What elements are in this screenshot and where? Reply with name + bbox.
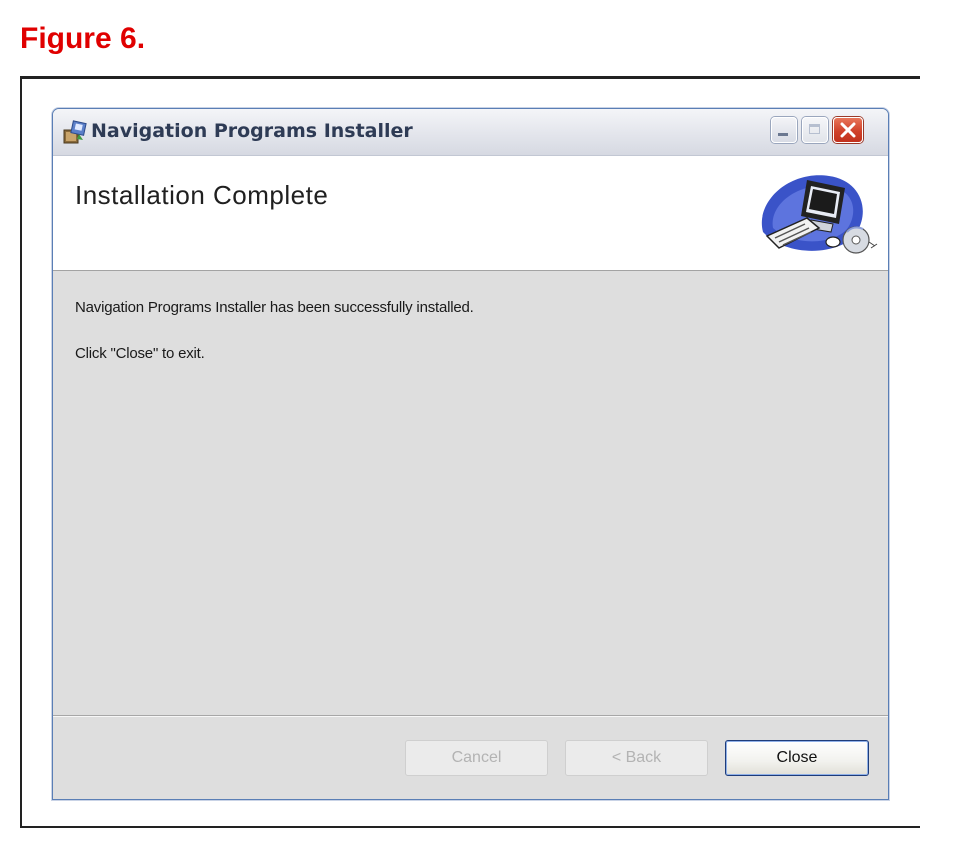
page: Figure 6. Navigation Programs Installer — [0, 0, 961, 861]
cancel-button[interactable]: Cancel — [405, 740, 548, 776]
title-bar[interactable]: Navigation Programs Installer — [53, 109, 888, 156]
content-panel: Navigation Programs Installer has been s… — [53, 271, 888, 715]
back-button[interactable]: < Back — [565, 740, 708, 776]
maximize-icon[interactable] — [802, 117, 828, 143]
figure-caption: Figure 6. — [20, 22, 146, 55]
installer-icon — [61, 118, 89, 146]
page-title: Installation Complete — [75, 180, 329, 210]
success-message: Navigation Programs Installer has been s… — [75, 299, 474, 316]
header-panel: Installation Complete — [53, 156, 888, 271]
exit-instruction: Click "Close" to exit. — [75, 345, 205, 362]
installer-window: Navigation Programs Installer Installati… — [52, 108, 889, 800]
computer-cd-icon — [749, 162, 881, 264]
window-title: Navigation Programs Installer — [91, 120, 413, 142]
close-icon[interactable] — [833, 117, 863, 143]
minimize-icon[interactable] — [771, 117, 797, 143]
close-button[interactable]: Close — [725, 740, 869, 776]
button-bar: Cancel < Back Close — [53, 715, 888, 799]
